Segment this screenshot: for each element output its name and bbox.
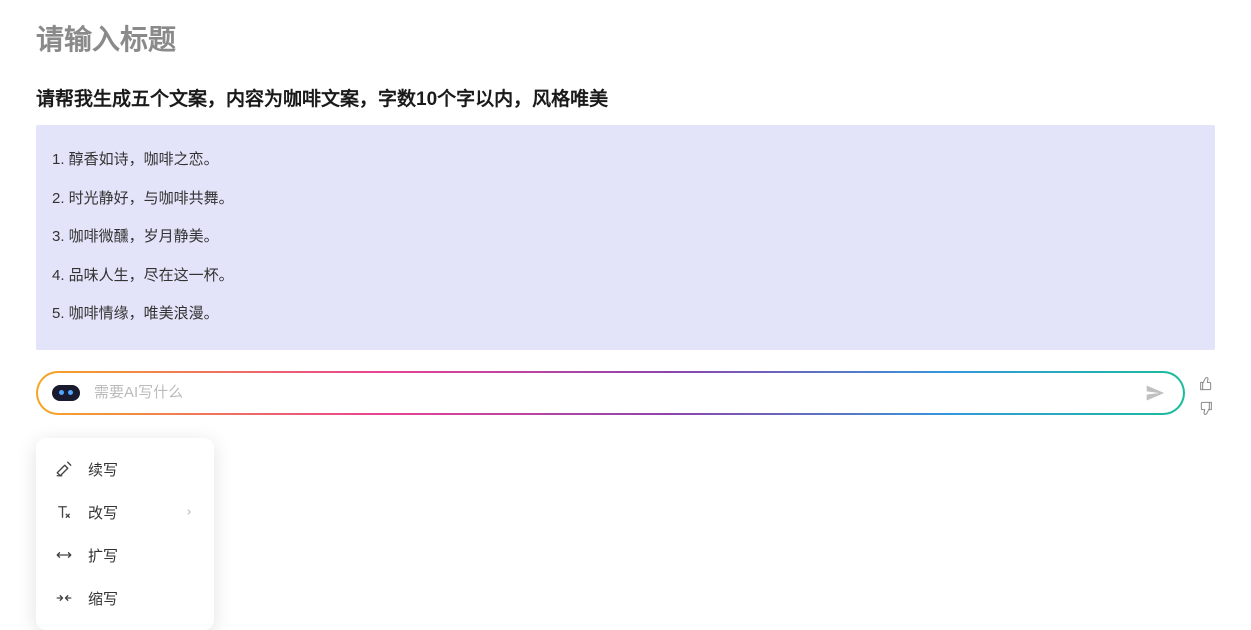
- response-item: 1. 醇香如诗，咖啡之恋。: [48, 141, 1203, 180]
- thumbs-up-button[interactable]: [1197, 374, 1215, 392]
- action-menu: 续写 改写 扩写: [36, 438, 214, 630]
- pencil-icon: [54, 459, 74, 479]
- menu-item-rewrite[interactable]: 改写: [42, 491, 208, 534]
- response-item: 2. 时光静好，与咖啡共舞。: [48, 180, 1203, 219]
- menu-item-label: 改写: [88, 502, 168, 523]
- bot-avatar-icon: [50, 381, 82, 405]
- title-input[interactable]: [36, 24, 1215, 56]
- ai-response-block: 1. 醇香如诗，咖啡之恋。 2. 时光静好，与咖啡共舞。 3. 咖啡微醺，岁月静…: [36, 125, 1215, 350]
- send-button[interactable]: [1143, 381, 1167, 405]
- menu-item-shorten[interactable]: 缩写: [42, 577, 208, 620]
- ai-prompt-input[interactable]: [94, 384, 1131, 401]
- menu-item-expand[interactable]: 扩写: [42, 534, 208, 577]
- response-item: 4. 品味人生，尽在这一杯。: [48, 257, 1203, 296]
- response-item: 3. 咖啡微醺，岁月静美。: [48, 218, 1203, 257]
- expand-horizontal-icon: [54, 545, 74, 565]
- menu-item-continue[interactable]: 续写: [42, 448, 208, 491]
- chevron-right-icon: [182, 505, 196, 519]
- menu-item-label: 缩写: [88, 588, 196, 609]
- response-item: 5. 咖啡情缘，唯美浪漫。: [48, 295, 1203, 334]
- menu-item-label: 扩写: [88, 545, 196, 566]
- user-prompt: 请帮我生成五个文案，内容为咖啡文案，字数10个字以内，风格唯美: [36, 84, 1215, 111]
- ai-input-container: [36, 371, 1185, 415]
- text-x-icon: [54, 502, 74, 522]
- menu-item-label: 续写: [88, 459, 196, 480]
- collapse-horizontal-icon: [54, 588, 74, 608]
- thumbs-down-button[interactable]: [1197, 400, 1215, 418]
